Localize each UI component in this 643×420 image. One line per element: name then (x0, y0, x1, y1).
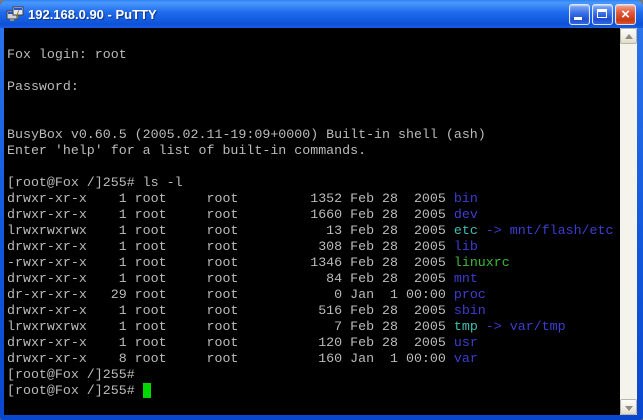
terminal-text-segment: lrwxrwxrwx 1 root root 7 Feb 28 2005 (7, 319, 454, 334)
scroll-up-button[interactable] (620, 28, 637, 44)
terminal-line: drwxr-xr-x 8 root root 160 Jan 1 00:00 v… (7, 351, 620, 367)
putty-icon[interactable] (6, 6, 24, 22)
window-title: 192.168.0.90 - PuTTY (28, 7, 569, 22)
terminal-line: drwxr-xr-x 1 root root 1352 Feb 28 2005 … (7, 191, 620, 207)
terminal-screen[interactable]: Fox login: root Password: BusyBox v0.60.… (4, 28, 620, 415)
terminal-area: Fox login: root Password: BusyBox v0.60.… (4, 28, 637, 415)
minimize-icon (574, 17, 582, 20)
terminal-text-segment: Enter 'help' for a list of built-in comm… (7, 143, 366, 158)
terminal-text-segment: [root@Fox /]255# (7, 383, 143, 398)
terminal-text-segment: linuxrc (454, 255, 510, 270)
terminal-text-segment: drwxr-xr-x 8 root root 160 Jan 1 00:00 (7, 351, 454, 366)
terminal-text-segment: lrwxrwxrwx 1 root root 13 Feb 28 2005 (7, 223, 454, 238)
terminal-text-segment: dev (454, 207, 478, 222)
terminal-text-segment: -> mnt/flash/etc (478, 223, 614, 238)
window-controls: × (569, 4, 636, 25)
terminal-text-segment (7, 31, 15, 46)
terminal-text-segment: Password: (7, 79, 79, 94)
titlebar[interactable]: 192.168.0.90 - PuTTY × (0, 0, 643, 28)
terminal-line: drwxr-xr-x 1 root root 84 Feb 28 2005 mn… (7, 271, 620, 287)
terminal-text-segment: BusyBox v0.60.5 (2005.02.11-19:09+0000) … (7, 127, 486, 142)
scroll-down-button[interactable] (620, 399, 637, 415)
maximize-button[interactable] (592, 4, 613, 25)
terminal-cursor (143, 383, 151, 398)
terminal-text-segment: dr-xr-xr-x 29 root root 0 Jan 1 00:00 (7, 287, 454, 302)
terminal-text-segment: proc (454, 287, 486, 302)
close-icon: × (616, 5, 635, 24)
terminal-line: Fox login: root (7, 47, 620, 63)
terminal-text-segment (7, 63, 15, 78)
terminal-line: -rwxr-xr-x 1 root root 1346 Feb 28 2005 … (7, 255, 620, 271)
terminal-text-segment: Fox login: root (7, 47, 127, 62)
terminal-text-segment: etc (454, 223, 478, 238)
scroll-up-icon (625, 34, 633, 39)
terminal-text-segment: mnt (454, 271, 478, 286)
maximize-icon (597, 9, 607, 18)
minimize-button[interactable] (569, 4, 590, 25)
terminal-text-segment: [root@Fox /]255# ls -l (7, 175, 183, 190)
terminal-line: [root@Fox /]255# ls -l (7, 175, 620, 191)
terminal-text-segment (7, 111, 15, 126)
terminal-line: drwxr-xr-x 1 root root 516 Feb 28 2005 s… (7, 303, 620, 319)
terminal-text-segment: drwxr-xr-x 1 root root 1352 Feb 28 2005 (7, 191, 454, 206)
terminal-text-segment: drwxr-xr-x 1 root root 120 Feb 28 2005 (7, 335, 454, 350)
terminal-line (7, 111, 620, 127)
terminal-line: [root@Fox /]255# (7, 367, 620, 383)
terminal-text-segment (7, 159, 15, 174)
terminal-line: lrwxrwxrwx 1 root root 13 Feb 28 2005 et… (7, 223, 620, 239)
terminal-text-segment: drwxr-xr-x 1 root root 516 Feb 28 2005 (7, 303, 454, 318)
terminal-text-segment: drwxr-xr-x 1 root root 1660 Feb 28 2005 (7, 207, 454, 222)
terminal-scrollbar[interactable] (620, 28, 637, 415)
terminal-line (7, 31, 620, 47)
terminal-line: Enter 'help' for a list of built-in comm… (7, 143, 620, 159)
terminal-line: drwxr-xr-x 1 root root 120 Feb 28 2005 u… (7, 335, 620, 351)
terminal-text-segment: -> var/tmp (478, 319, 566, 334)
terminal-text-segment: drwxr-xr-x 1 root root 308 Feb 28 2005 (7, 239, 454, 254)
terminal-line: BusyBox v0.60.5 (2005.02.11-19:09+0000) … (7, 127, 620, 143)
terminal-line: drwxr-xr-x 1 root root 308 Feb 28 2005 l… (7, 239, 620, 255)
terminal-text-segment: tmp (454, 319, 478, 334)
terminal-line (7, 159, 620, 175)
terminal-text-segment: lib (454, 239, 478, 254)
terminal-text-segment: sbin (454, 303, 486, 318)
terminal-text-segment: -rwxr-xr-x 1 root root 1346 Feb 28 2005 (7, 255, 454, 270)
terminal-line: drwxr-xr-x 1 root root 1660 Feb 28 2005 … (7, 207, 620, 223)
terminal-text-segment: usr (454, 335, 478, 350)
terminal-text-segment: bin (454, 191, 478, 206)
terminal-text-segment: var (454, 351, 478, 366)
terminal-text-segment: drwxr-xr-x 1 root root 84 Feb 28 2005 (7, 271, 454, 286)
terminal-line: dr-xr-xr-x 29 root root 0 Jan 1 00:00 pr… (7, 287, 620, 303)
terminal-text-segment: [root@Fox /]255# (7, 367, 135, 382)
terminal-line: lrwxrwxrwx 1 root root 7 Feb 28 2005 tmp… (7, 319, 620, 335)
terminal-line: [root@Fox /]255# (7, 383, 620, 399)
terminal-line: Password: (7, 79, 620, 95)
close-button[interactable]: × (615, 4, 636, 25)
putty-window: 192.168.0.90 - PuTTY × Fox login: root P… (0, 0, 643, 420)
terminal-text-segment (7, 95, 15, 110)
scroll-down-icon (625, 406, 633, 411)
terminal-line (7, 95, 620, 111)
terminal-line (7, 63, 620, 79)
